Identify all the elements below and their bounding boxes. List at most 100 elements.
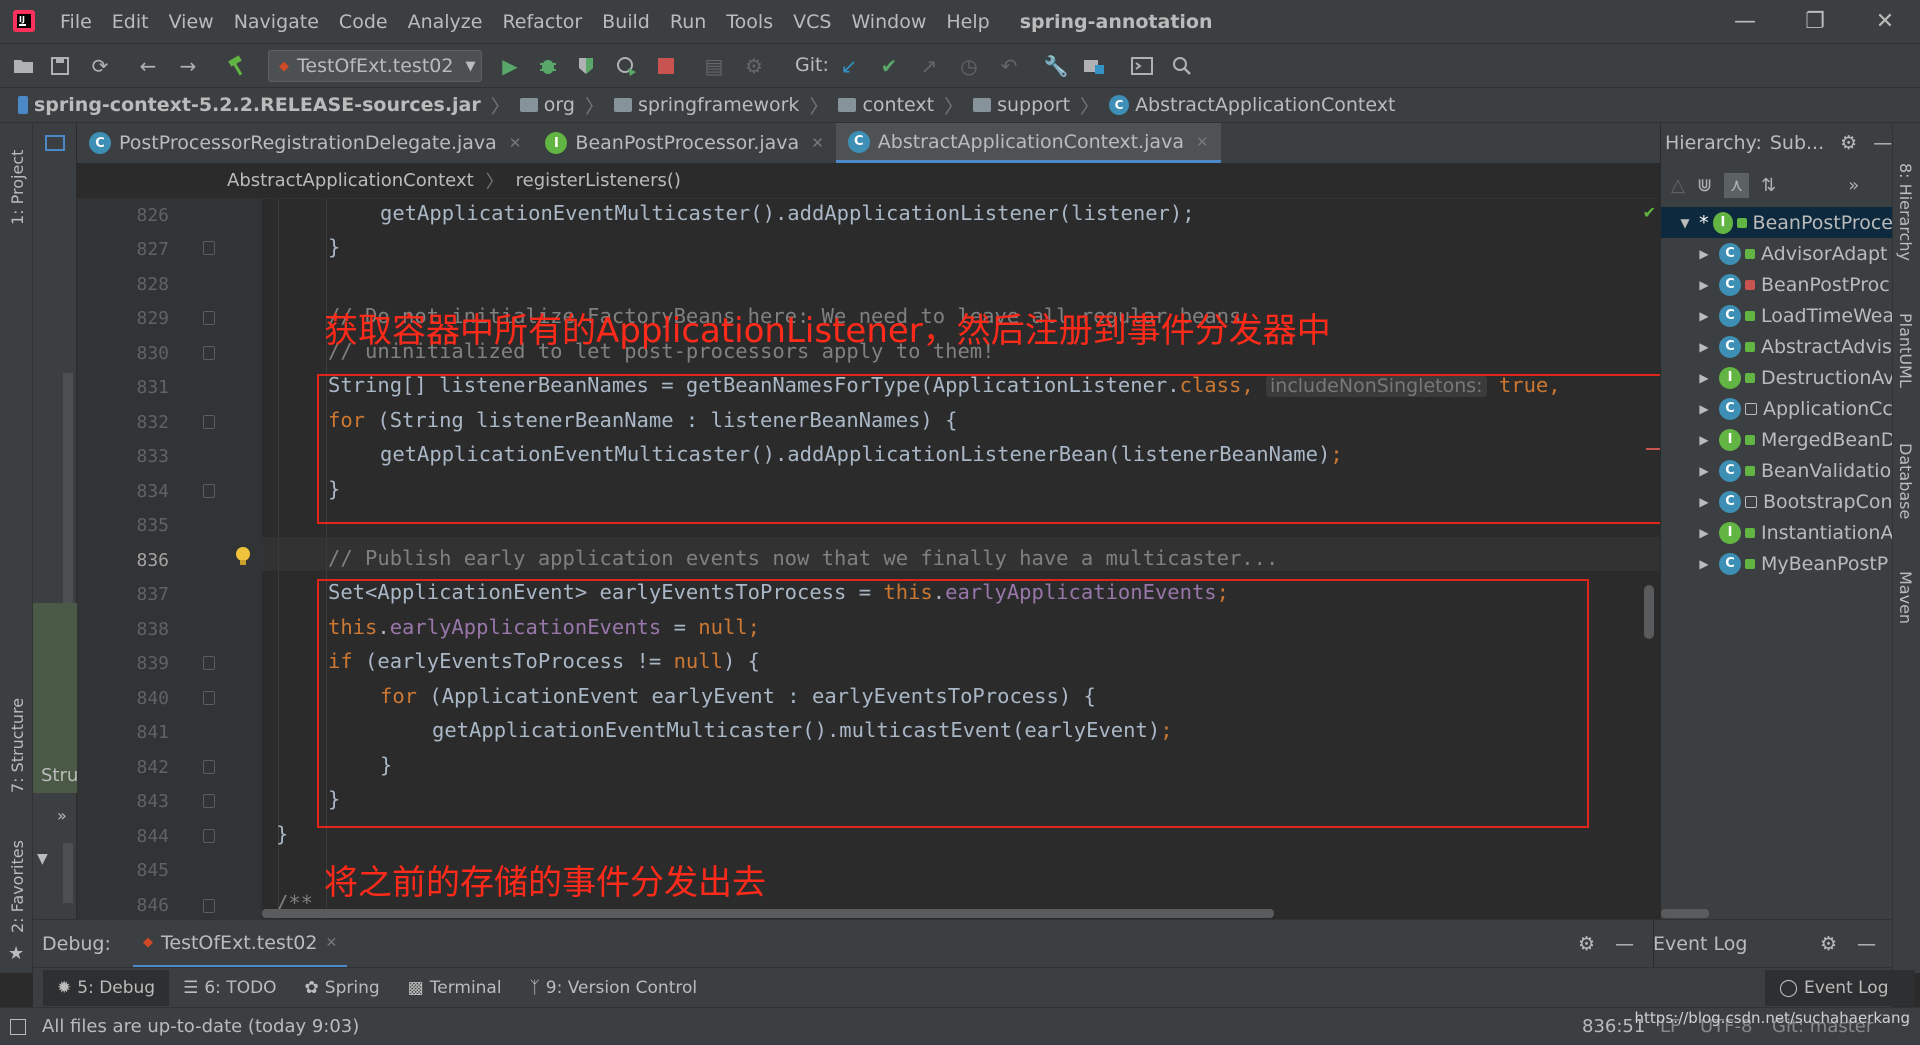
collapse-arrow-icon[interactable]: ▼ (37, 851, 48, 867)
menu-window[interactable]: Window (851, 11, 926, 33)
menu-tools[interactable]: Tools (726, 11, 773, 33)
fold-marker-icon[interactable] (203, 346, 215, 360)
breadcrumb-context[interactable]: context (838, 94, 934, 116)
inspection-ok-icon[interactable]: ✔ (1643, 203, 1656, 222)
close-tab-icon[interactable]: ✕ (325, 935, 337, 951)
project-tool-button[interactable]: 1: Project (8, 150, 27, 225)
type-hierarchy-icon[interactable]: ⋏ (1723, 172, 1750, 198)
coverage-icon[interactable] (572, 52, 600, 80)
supertypes-icon[interactable]: △ (1671, 175, 1685, 196)
build-hammer-icon[interactable] (224, 52, 252, 80)
editor-vertical-scrollbar[interactable] (1644, 585, 1654, 639)
tool-window-todo[interactable]: ☰ 6: TODO (169, 970, 290, 1006)
close-tab-icon[interactable]: ✕ (509, 134, 522, 152)
fold-marker-icon[interactable] (203, 691, 215, 705)
minimize-icon[interactable]: — (1710, 0, 1780, 43)
fold-marker-icon[interactable] (203, 241, 215, 255)
hierarchy-item[interactable]: ▶ I DestructionAv (1661, 362, 1892, 393)
stop-icon[interactable] (652, 52, 680, 80)
fold-marker-icon[interactable] (203, 415, 215, 429)
lightbulb-icon[interactable] (235, 546, 251, 568)
menu-edit[interactable]: Edit (112, 11, 149, 33)
attach-debugger-icon[interactable]: ▤ (700, 52, 728, 80)
forward-icon[interactable]: → (174, 52, 202, 80)
fold-marker-icon[interactable] (203, 794, 215, 808)
hierarchy-item[interactable]: ▶ I MergedBeanD (1661, 424, 1892, 455)
wrench-icon[interactable]: 🔧 (1042, 52, 1070, 80)
save-icon[interactable] (46, 52, 74, 80)
hierarchy-item[interactable]: ▶ C BootstrapCon (1661, 486, 1892, 517)
tab-postprocessor-registration-delegate[interactable]: C PostProcessorRegistrationDelegate.java… (77, 123, 533, 163)
project-structure-icon[interactable] (1080, 52, 1108, 80)
build-artifacts-icon[interactable]: ⚙ (740, 52, 768, 80)
hierarchy-item[interactable]: ▶ C BeanValidatio (1661, 455, 1892, 486)
git-rollback-icon[interactable]: ↶ (995, 52, 1023, 80)
menu-build[interactable]: Build (602, 11, 650, 33)
hierarchy-tool-button[interactable]: 8: Hierarchy (1896, 163, 1915, 261)
hierarchy-item[interactable]: ▶ C BeanPostProc (1661, 269, 1892, 300)
hierarchy-scope[interactable]: Sub... (1770, 132, 1824, 154)
gear-icon[interactable]: ⚙ (1840, 132, 1857, 154)
terminal-window-icon[interactable] (1128, 52, 1156, 80)
run-configuration-select[interactable]: ◆ TestOfExt.test02 ▼ (268, 50, 482, 82)
menu-help[interactable]: Help (946, 11, 989, 33)
code-editor[interactable]: getApplicationEventMulticaster().addAppl… (262, 199, 1660, 919)
more-chevron-icon[interactable]: » (1848, 175, 1859, 196)
breadcrumb-springframework[interactable]: springframework (613, 94, 799, 116)
editor-breadcrumb-method[interactable]: registerListeners() (516, 170, 681, 191)
tab-abstract-application-context[interactable]: C AbstractApplicationContext.java ✕ (835, 123, 1221, 163)
database-tool-button[interactable]: Database (1896, 443, 1915, 519)
subtypes-icon[interactable]: ⋓ (1697, 175, 1712, 196)
git-push-icon[interactable]: ↗ (915, 52, 943, 80)
menu-file[interactable]: File (60, 11, 92, 33)
back-icon[interactable]: ← (134, 52, 162, 80)
fold-marker-icon[interactable] (203, 829, 215, 843)
tool-window-version-control[interactable]: ᛉ 9: Version Control (516, 970, 712, 1006)
tool-window-spring[interactable]: ✿ Spring (291, 970, 394, 1006)
plantuml-tool-button[interactable]: PlantUML (1896, 313, 1915, 388)
maven-tool-button[interactable]: Maven (1896, 571, 1915, 624)
tool-window-terminal[interactable]: ▩ Terminal (394, 970, 516, 1006)
debug-icon[interactable] (534, 52, 562, 80)
menu-code[interactable]: Code (339, 11, 388, 33)
hierarchy-item[interactable]: ▶ C ApplicationCc (1661, 393, 1892, 424)
fold-marker-icon[interactable] (203, 311, 215, 325)
minimize-panel-icon[interactable]: — (1615, 933, 1634, 955)
hierarchy-root[interactable]: ▼ * I BeanPostProce (1661, 207, 1892, 238)
editor-horizontal-scrollbar[interactable] (262, 909, 1274, 918)
structure-tool-button[interactable]: 7: Structure (8, 698, 27, 793)
favorites-tool-button[interactable]: 2: Favorites (8, 840, 27, 933)
gear-icon[interactable]: ⚙ (1820, 933, 1837, 955)
breadcrumb-jar[interactable]: spring-context-5.2.2.RELEASE-sources.jar (18, 94, 481, 116)
menu-run[interactable]: Run (670, 11, 706, 33)
git-history-icon[interactable]: ◷ (955, 52, 983, 80)
fold-marker-icon[interactable] (203, 899, 215, 913)
minimize-panel-icon[interactable]: — (1873, 132, 1892, 154)
debug-session-tab[interactable]: ◆ TestOfExt.test02 ✕ (133, 920, 348, 968)
structure-scroll-thumb[interactable] (63, 843, 73, 903)
menu-analyze[interactable]: Analyze (408, 11, 483, 33)
sync-icon[interactable]: ⟳ (86, 52, 114, 80)
hierarchy-item[interactable]: ▶ C AbstractAdvis (1661, 331, 1892, 362)
git-update-icon[interactable]: ↙ (835, 52, 863, 80)
menu-refactor[interactable]: Refactor (502, 11, 582, 33)
gear-icon[interactable]: ⚙ (1578, 933, 1595, 955)
hierarchy-item[interactable]: ▶ I InstantiationA (1661, 517, 1892, 548)
search-icon[interactable] (1168, 52, 1196, 80)
breadcrumb-class[interactable]: C AbstractApplicationContext (1109, 94, 1395, 116)
close-icon[interactable]: ✕ (1850, 0, 1920, 43)
hierarchy-item[interactable]: ▶ C AdvisorAdapt (1661, 238, 1892, 269)
fold-marker-icon[interactable] (203, 484, 215, 498)
fold-marker-icon[interactable] (203, 656, 215, 670)
tab-bean-post-processor[interactable]: I BeanPostProcessor.java ✕ (533, 123, 835, 163)
error-stripe-marker[interactable] (1646, 448, 1660, 450)
breadcrumb-org[interactable]: org (519, 94, 575, 116)
sort-alpha-icon[interactable]: ⇅ (1761, 175, 1776, 196)
git-commit-icon[interactable]: ✔ (875, 52, 903, 80)
open-folder-icon[interactable] (10, 52, 38, 80)
minimize-panel-icon[interactable]: — (1857, 933, 1876, 955)
menu-vcs[interactable]: VCS (793, 11, 831, 33)
hierarchy-item[interactable]: ▶ C LoadTimeWea (1661, 300, 1892, 331)
panel-layout-icon[interactable] (45, 135, 65, 151)
expand-chevron-icon[interactable]: » (57, 806, 67, 825)
